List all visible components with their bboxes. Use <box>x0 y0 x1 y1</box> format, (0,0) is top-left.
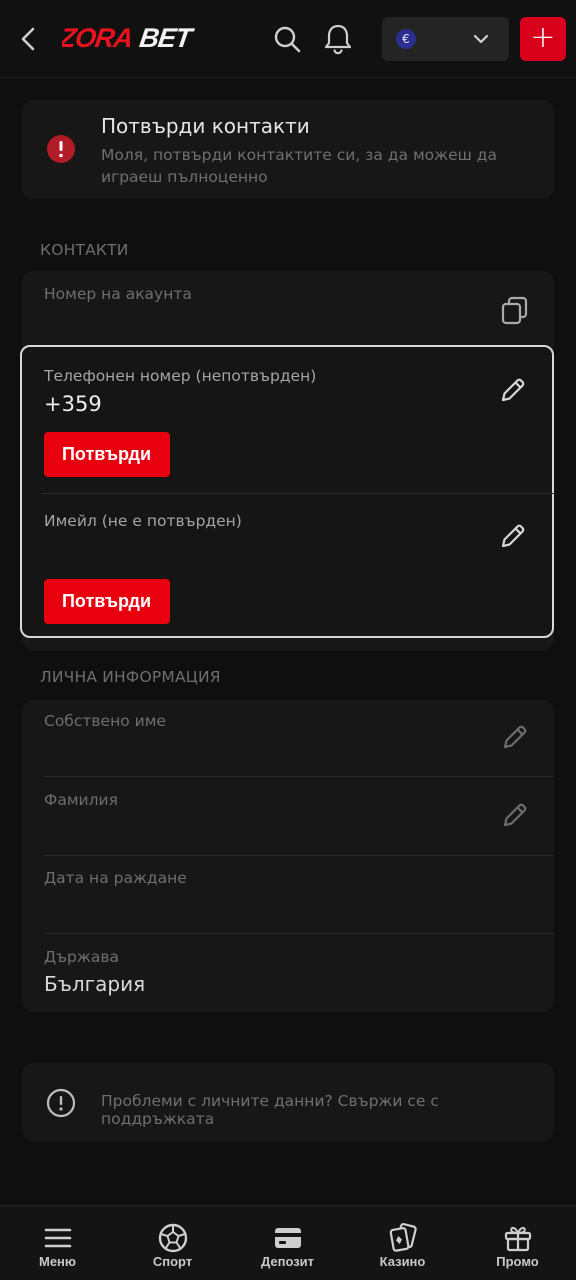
zorabet-logo[interactable]: ZORA BET <box>62 22 222 56</box>
country-label: Държава <box>44 948 119 966</box>
nav-casino[interactable]: Казино <box>345 1206 460 1280</box>
quick-deposit-button[interactable]: + <box>520 17 566 61</box>
nav-deposit-label: Депозит <box>260 1254 315 1269</box>
soccer-ball-icon <box>158 1223 188 1253</box>
bottom-navigation: Меню Спорт Депозит Казино Промо <box>0 1205 576 1280</box>
email-label: Имейл (не е потвърден) <box>44 512 242 530</box>
edit-first-name-pencil-icon[interactable] <box>500 722 530 752</box>
support-text[interactable]: Проблеми с личните данни? Свържи се с по… <box>101 1092 554 1128</box>
euro-coin-icon: € <box>396 29 416 49</box>
nav-sport-label: Спорт <box>152 1254 193 1269</box>
search-icon[interactable] <box>272 24 302 54</box>
first-name-label: Собствено име <box>44 712 166 730</box>
divider <box>44 933 554 934</box>
unverified-contacts-highlight: Телефонен номер (непотвърден) +359 Потвъ… <box>20 345 554 638</box>
nav-menu[interactable]: Меню <box>0 1206 115 1280</box>
divider <box>44 776 554 777</box>
edit-last-name-pencil-icon[interactable] <box>500 800 530 830</box>
divider <box>42 493 554 494</box>
cards-icon <box>389 1223 417 1252</box>
alert-title: Потвърди контакти <box>101 114 310 138</box>
back-icon[interactable] <box>14 24 42 54</box>
support-banner[interactable]: Проблеми с личните данни? Свържи се с по… <box>22 1063 554 1141</box>
personal-info-section-title: ЛИЧНА ИНФОРМАЦИЯ <box>40 668 221 686</box>
confirm-contacts-alert: Потвърди контакти Моля, потвърди контакт… <box>22 100 554 199</box>
plus-icon: + <box>530 20 556 55</box>
edit-email-pencil-icon[interactable] <box>498 521 528 551</box>
account-number-label: Номер на акаунта <box>44 285 192 303</box>
last-name-label: Фамилия <box>44 791 118 809</box>
confirm-email-button[interactable]: Потвърди <box>43 578 170 624</box>
svg-text:ZORA: ZORA <box>62 22 134 53</box>
nav-promo-label: Промо <box>496 1254 539 1269</box>
phone-number-label: Телефонен номер (непотвърден) <box>44 367 317 385</box>
phone-number-value: +359 <box>44 392 102 416</box>
app-header: ZORA BET € + <box>0 0 576 78</box>
copy-icon[interactable] <box>500 295 530 325</box>
confirm-phone-button[interactable]: Потвърди <box>43 431 170 477</box>
edit-phone-pencil-icon[interactable] <box>498 375 528 405</box>
nav-promo[interactable]: Промо <box>460 1206 575 1280</box>
nav-casino-label: Казино <box>379 1254 426 1269</box>
card-icon <box>275 1228 301 1248</box>
country-value: България <box>44 972 146 996</box>
error-alert-icon <box>47 135 75 163</box>
contacts-section-title: КОНТАКТИ <box>40 241 129 259</box>
info-exclamation-icon <box>46 1088 76 1118</box>
nav-deposit[interactable]: Депозит <box>230 1206 345 1280</box>
chevron-down-icon <box>473 34 489 44</box>
nav-menu-label: Меню <box>38 1254 76 1269</box>
divider <box>44 855 554 856</box>
nav-sport[interactable]: Спорт <box>115 1206 230 1280</box>
alert-text: Моля, потвърди контактите си, за да може… <box>101 146 497 186</box>
svg-text:BET: BET <box>138 22 197 53</box>
menu-icon <box>44 1228 72 1248</box>
gift-icon <box>504 1226 532 1252</box>
currency-selector[interactable]: € <box>382 17 509 61</box>
notifications-bell-icon[interactable] <box>322 22 354 56</box>
birthdate-label: Дата на раждане <box>44 869 187 887</box>
personal-info-card: Собствено име Фамилия Дата на раждане Дъ… <box>22 700 554 1012</box>
